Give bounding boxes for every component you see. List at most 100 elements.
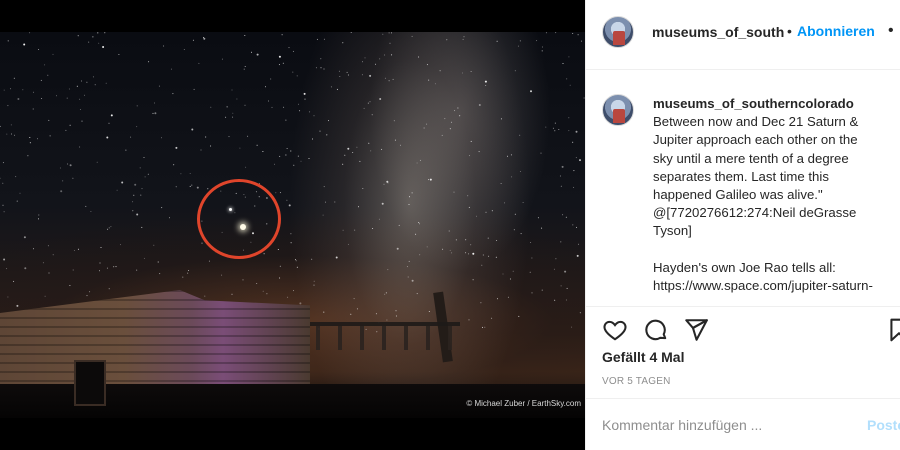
- star: [382, 33, 384, 35]
- star: [13, 77, 15, 79]
- star: [298, 103, 299, 105]
- star: [354, 229, 356, 231]
- likes-count[interactable]: Gefällt 4 Mal: [602, 349, 684, 365]
- star: [115, 266, 117, 268]
- star: [398, 224, 400, 226]
- post-photo[interactable]: © Michael Zuber / EarthSky.com: [0, 32, 585, 418]
- star: [270, 78, 272, 80]
- more-horizontal-icon[interactable]: •: [888, 22, 895, 40]
- post-timestamp[interactable]: VOR 5 TAGEN: [602, 376, 671, 387]
- star: [411, 35, 413, 37]
- star: [519, 134, 521, 136]
- star: [283, 106, 285, 108]
- post-side-panel: museums_of_southerncolorado • Abonnieren…: [585, 0, 900, 450]
- star: [342, 163, 344, 165]
- star: [136, 269, 138, 271]
- star: [67, 163, 69, 165]
- star: [282, 62, 284, 64]
- follow-button[interactable]: Abonnieren: [797, 23, 875, 39]
- star: [384, 54, 386, 56]
- star: [110, 114, 113, 117]
- comment-icon[interactable]: [643, 317, 669, 343]
- star: [110, 226, 112, 228]
- star: [134, 183, 137, 186]
- star: [554, 130, 556, 132]
- caption-mention-link[interactable]: @[7720276612:274:Neil deGrasse: [653, 204, 899, 222]
- star: [541, 227, 543, 229]
- caption-mention-link[interactable]: Tyson]: [653, 222, 899, 240]
- star: [361, 74, 363, 76]
- star: [334, 201, 336, 203]
- star: [268, 100, 269, 102]
- star: [469, 155, 470, 157]
- star: [88, 41, 90, 43]
- star: [191, 184, 193, 186]
- caption-username[interactable]: museums_of_southerncolorado: [653, 95, 899, 113]
- star: [207, 188, 209, 190]
- star: [579, 159, 581, 162]
- avatar[interactable]: [602, 16, 634, 48]
- bookmark-icon[interactable]: [886, 317, 900, 343]
- star: [293, 290, 294, 292]
- star: [266, 293, 268, 295]
- star: [108, 288, 110, 290]
- star: [428, 311, 430, 312]
- star: [231, 293, 233, 295]
- star: [33, 248, 34, 250]
- star: [210, 106, 212, 108]
- star: [512, 270, 514, 272]
- star: [559, 175, 561, 177]
- caption-avatar[interactable]: [602, 94, 634, 126]
- star: [313, 280, 315, 282]
- header-username[interactable]: museums_of_southerncolorado: [652, 24, 784, 40]
- star: [468, 206, 470, 208]
- star: [553, 268, 555, 270]
- star: [472, 279, 474, 281]
- star: [566, 287, 568, 289]
- star: [47, 245, 49, 247]
- star: [221, 274, 223, 276]
- star: [297, 155, 299, 157]
- star: [561, 165, 564, 168]
- star: [462, 38, 464, 40]
- action-bar: [586, 306, 900, 350]
- star: [100, 247, 102, 248]
- star: [279, 277, 281, 279]
- star: [125, 149, 127, 151]
- star: [69, 285, 71, 286]
- star: [396, 247, 399, 250]
- star: [243, 68, 245, 70]
- star: [106, 136, 109, 139]
- star: [467, 195, 469, 197]
- star: [411, 192, 413, 194]
- star: [463, 36, 465, 38]
- star: [244, 66, 246, 67]
- star: [239, 147, 241, 149]
- star: [23, 43, 26, 46]
- star: [309, 111, 311, 113]
- star: [161, 207, 163, 209]
- star: [568, 130, 570, 132]
- star: [386, 319, 388, 321]
- star: [2, 204, 4, 206]
- star: [121, 181, 124, 184]
- share-icon[interactable]: [683, 317, 709, 343]
- star: [326, 134, 328, 136]
- star: [441, 134, 443, 136]
- star: [426, 64, 428, 66]
- star: [457, 107, 459, 109]
- star: [285, 119, 287, 121]
- star: [387, 269, 389, 271]
- star: [279, 192, 281, 194]
- heart-icon[interactable]: [602, 317, 628, 343]
- star: [29, 137, 31, 138]
- caption-url-link[interactable]: https://www.space.com/jupiter-saturn-: [653, 277, 899, 295]
- star: [159, 273, 161, 275]
- star: [388, 32, 390, 34]
- star: [313, 115, 315, 117]
- post-button[interactable]: Posten: [867, 417, 900, 433]
- comment-input[interactable]: [602, 417, 842, 433]
- star: [245, 166, 247, 168]
- star: [81, 120, 83, 122]
- star: [278, 55, 281, 58]
